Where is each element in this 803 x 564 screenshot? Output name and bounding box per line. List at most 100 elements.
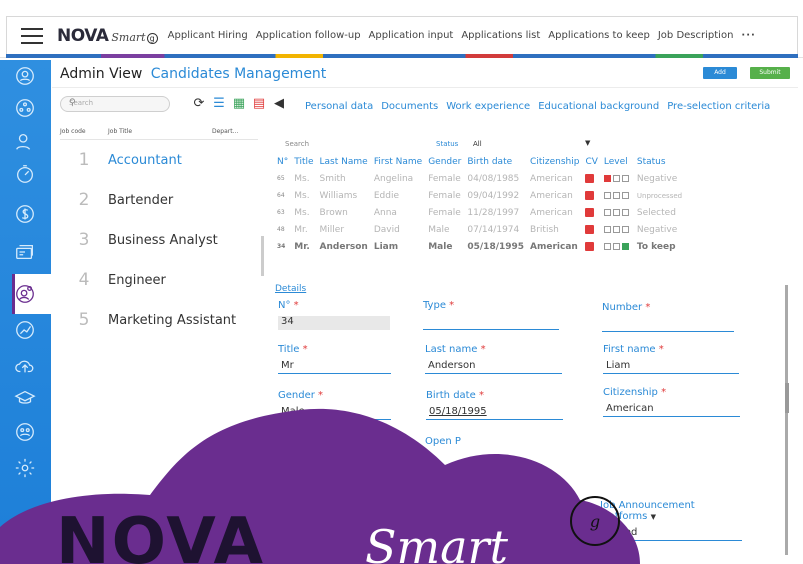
chevron-down-icon[interactable]: ▼ <box>585 139 590 147</box>
job-row[interactable]: 2 Bartender <box>60 180 258 220</box>
col-number[interactable]: N° <box>274 154 291 170</box>
network-icon[interactable] <box>13 96 37 120</box>
settings-icon[interactable] <box>13 456 37 480</box>
id-cards-icon[interactable] <box>13 240 37 264</box>
pdf-icon[interactable] <box>585 241 595 251</box>
table-row[interactable]: 65 Ms. Smith Angelina Female 04/08/1985 … <box>274 170 685 187</box>
pdf-icon[interactable]: ▤ <box>250 94 268 112</box>
excel-icon[interactable]: ▦ <box>230 94 248 112</box>
chevron-down-icon[interactable]: ▼ <box>651 513 656 521</box>
job-row[interactable]: 3 Business Analyst <box>60 220 258 260</box>
level-checkbox[interactable] <box>621 191 629 199</box>
gender-select[interactable]: Male <box>278 406 391 420</box>
brand-logo[interactable]: NOVA Smart g <box>57 26 158 46</box>
search-people-icon[interactable] <box>13 64 37 88</box>
timer-icon[interactable] <box>13 162 37 186</box>
level-checkbox[interactable] <box>603 225 611 233</box>
nav-applicant-hiring[interactable]: Applicant Hiring <box>168 30 248 41</box>
details-scrollbar-thumb[interactable] <box>785 383 789 413</box>
col-gender[interactable]: Gender <box>425 154 464 170</box>
level-checkbox[interactable] <box>603 242 611 250</box>
col-title[interactable]: Title <box>291 154 316 170</box>
list-icon[interactable]: ☰ <box>210 94 228 112</box>
level-checkbox[interactable] <box>621 208 629 216</box>
nav-applications-list[interactable]: Applications list <box>461 30 540 41</box>
nav-application-follow-up[interactable]: Application follow-up <box>256 30 361 41</box>
last-name-input[interactable]: Anderson <box>425 360 562 374</box>
col-department[interactable]: Depart... <box>212 126 238 139</box>
pdf-icon[interactable] <box>585 190 595 200</box>
tab-documents[interactable]: Documents <box>381 101 438 112</box>
chart-up-icon[interactable] <box>13 318 37 342</box>
cell-status[interactable]: Negative <box>634 221 685 238</box>
add-button[interactable]: Add <box>703 67 737 79</box>
table-row[interactable]: 48 Mr. Miller David Male 07/14/1974 Brit… <box>274 221 685 238</box>
status-filter-select[interactable]: All <box>473 140 482 148</box>
level-checkbox[interactable] <box>621 225 629 233</box>
type-input[interactable] <box>423 316 559 330</box>
group-icon[interactable] <box>13 420 37 444</box>
menu-icon[interactable] <box>21 27 43 44</box>
pdf-icon[interactable] <box>585 224 595 234</box>
job-row[interactable]: 4 Engineer <box>60 260 258 300</box>
number-input[interactable] <box>602 318 734 332</box>
nav-more-button[interactable]: ··· <box>741 30 755 41</box>
tab-personal-data[interactable]: Personal data <box>305 101 373 112</box>
col-cv[interactable]: CV <box>582 154 600 170</box>
col-citizenship[interactable]: Citizenship <box>527 154 582 170</box>
table-row-selected[interactable]: 34 Mr. Anderson Liam Male 05/18/1995 Ame… <box>274 238 685 255</box>
col-level[interactable]: Level <box>601 154 634 170</box>
tab-pre-selection-criteria[interactable]: Pre-selection criteria <box>667 101 770 112</box>
dollar-icon[interactable] <box>13 202 37 226</box>
platform-select[interactable]: Indeed <box>600 527 742 541</box>
first-name-input[interactable]: Liam <box>603 360 739 374</box>
nav-job-description[interactable]: Job Description <box>658 30 734 41</box>
job-row[interactable]: 1 Accountant <box>60 140 258 180</box>
level-checkbox[interactable] <box>612 208 620 216</box>
level-checkbox[interactable] <box>612 242 620 250</box>
back-icon[interactable]: ◀ <box>270 94 288 112</box>
level-checkbox[interactable] <box>603 174 611 182</box>
col-last-name[interactable]: Last Name <box>317 154 371 170</box>
job-list-scrollbar[interactable] <box>261 236 264 276</box>
tab-work-experience[interactable]: Work experience <box>446 101 530 112</box>
level-checkbox[interactable] <box>612 174 620 182</box>
details-link[interactable]: Details <box>275 284 306 294</box>
col-job-title[interactable]: Job Title <box>108 126 212 139</box>
level-checkbox[interactable] <box>612 191 620 199</box>
tab-educational-background[interactable]: Educational background <box>538 101 659 112</box>
cell-status[interactable]: Unprocessed <box>634 187 685 204</box>
pdf-icon[interactable] <box>585 173 595 183</box>
user-gear-icon[interactable] <box>13 282 37 306</box>
level-checkbox[interactable] <box>612 225 620 233</box>
cloud-upload-icon[interactable] <box>13 354 37 378</box>
cell-status[interactable]: To keep <box>634 238 685 255</box>
level-checkbox[interactable] <box>603 208 611 216</box>
number-id-input[interactable]: 34 <box>278 316 390 330</box>
nav-application-input[interactable]: Application input <box>369 30 454 41</box>
level-checkbox[interactable] <box>621 174 629 182</box>
col-birth-date[interactable]: Birth date <box>464 154 527 170</box>
cell-status[interactable]: Selected <box>634 204 685 221</box>
title-input[interactable]: Mr <box>278 360 391 374</box>
col-job-code[interactable]: Job code <box>60 126 108 139</box>
level-checkbox[interactable] <box>603 191 611 199</box>
submit-button[interactable]: Submit <box>750 67 790 79</box>
job-search-input[interactable]: Search ⚲ <box>60 96 170 112</box>
pdf-icon[interactable] <box>585 207 595 217</box>
nav-applications-to-keep[interactable]: Applications to keep <box>548 30 650 41</box>
birth-date-input[interactable]: 05/18/1995 <box>426 406 563 420</box>
col-first-name[interactable]: First Name <box>371 154 425 170</box>
user-search-icon[interactable] <box>13 130 37 154</box>
refresh-icon[interactable]: ⟳ <box>190 94 208 112</box>
cell-status[interactable]: Negative <box>634 170 685 187</box>
citizenship-input[interactable]: American <box>603 403 740 417</box>
job-row[interactable]: 5 Marketing Assistant <box>60 300 258 340</box>
col-status[interactable]: Status <box>634 154 685 170</box>
level-checkbox[interactable] <box>621 242 629 250</box>
search-icon[interactable]: ⚲ <box>69 98 163 108</box>
candidate-search-input[interactable]: Search <box>285 140 309 148</box>
table-row[interactable]: 63 Ms. Brown Anna Female 11/28/1997 Amer… <box>274 204 685 221</box>
table-row[interactable]: 64 Ms. Williams Eddie Female 09/04/1992 … <box>274 187 685 204</box>
graduation-cap-icon[interactable] <box>13 386 37 410</box>
